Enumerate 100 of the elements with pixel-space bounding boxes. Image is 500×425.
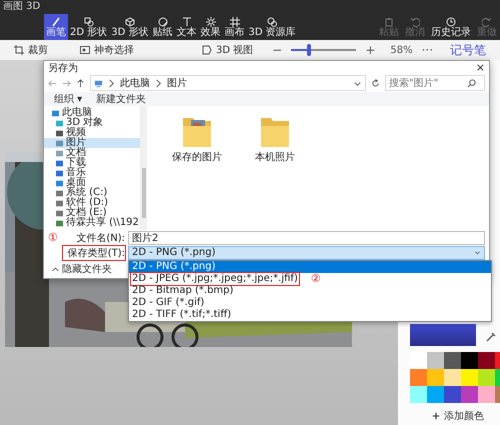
folder-name: 保存的图片 <box>172 150 222 164</box>
tree-item[interactable]: 文档 <box>44 148 140 158</box>
tree-item[interactable]: 音乐 <box>44 168 140 178</box>
option-text: 2D - Bitmap (*.bmp) <box>131 285 234 297</box>
annotation-mark: ② <box>310 273 321 285</box>
tool-tab[interactable]: 文本 <box>174 14 198 40</box>
eyedropper-icon <box>486 332 496 342</box>
add-color-button[interactable]: 添加颜色 <box>432 409 500 423</box>
color-swatch[interactable] <box>410 386 427 403</box>
text-icon <box>182 16 192 26</box>
color-swatch[interactable] <box>444 386 461 403</box>
chevron-down-icon <box>474 249 481 256</box>
tree-item[interactable]: 待霖共享 (\\192 <box>44 218 140 228</box>
input-field[interactable]: 图片2 <box>128 230 485 244</box>
zoom-in-button[interactable]: + <box>362 43 378 57</box>
command-button[interactable]: 新建文件夹 <box>96 92 146 106</box>
color-swatch[interactable] <box>410 352 427 369</box>
cube-icon <box>124 16 135 26</box>
tool-tab[interactable]: 3D 资源库 <box>246 14 298 40</box>
history-icon <box>446 16 456 26</box>
forward-icon <box>62 78 71 88</box>
option-text: 2D - TIFF (*.tif;*.tiff) <box>131 309 232 321</box>
toolbar-button[interactable]: 3D 视图 <box>196 42 260 58</box>
library-icon <box>267 16 278 26</box>
brush-icon <box>51 16 61 26</box>
sticker-icon <box>158 16 168 26</box>
color-swatch[interactable] <box>478 352 495 369</box>
close-button[interactable]: × <box>476 61 485 74</box>
view-icon <box>202 45 212 55</box>
tree-item[interactable]: 系统 (C:) <box>44 188 140 198</box>
chevron-up-icon <box>52 266 59 272</box>
field-label: 保存类型(T): <box>63 246 125 260</box>
dropdown-option[interactable]: 2D - GIF (*.gif) <box>129 297 491 309</box>
tree-item[interactable]: 桌面 <box>44 178 140 188</box>
up-icon <box>76 78 85 88</box>
color-swatch[interactable] <box>427 386 444 403</box>
option-text: 2D - PNG (*.png) <box>131 261 216 273</box>
sun-icon <box>206 16 216 26</box>
dropdown[interactable]: 2D - PNG (*.png) <box>128 246 485 260</box>
select-icon <box>80 45 90 55</box>
more-button[interactable]: ··· <box>418 43 436 57</box>
color-swatch[interactable] <box>461 352 478 369</box>
dropdown-option[interactable]: 2D - Bitmap (*.bmp) <box>129 285 491 297</box>
dropdown-option[interactable]: 2D - TIFF (*.tif;*.tiff) <box>129 309 491 321</box>
command-button[interactable]: 组织 ▾ <box>54 92 82 106</box>
color-swatch[interactable] <box>444 352 461 369</box>
toolbar-button[interactable]: 神奇选择 <box>74 42 140 58</box>
tool-tab[interactable]: 画笔 <box>44 14 68 40</box>
computer-icon <box>94 78 103 88</box>
tree-item[interactable]: 图片 <box>44 138 140 148</box>
dialog-title: 另存为 <box>48 62 78 74</box>
tree-item[interactable]: 视频 <box>44 128 140 138</box>
crop-icon <box>14 45 24 55</box>
color-swatch[interactable] <box>461 386 478 403</box>
tree-item[interactable]: 此电脑 <box>44 108 140 118</box>
scrollbar-thumb[interactable] <box>142 168 146 218</box>
tool-tab[interactable]: 2D 形状 <box>68 14 110 40</box>
color-swatch[interactable] <box>410 369 427 386</box>
toolbar-button[interactable]: 历史记录 <box>428 14 474 40</box>
hide-folders-button[interactable]: 隐藏文件夹 <box>52 262 112 276</box>
undo-icon <box>410 16 420 26</box>
color-swatch[interactable] <box>461 369 478 386</box>
color-swatch[interactable] <box>478 386 495 403</box>
current-color[interactable] <box>410 324 476 346</box>
color-swatch[interactable] <box>478 369 495 386</box>
computer-icon <box>52 110 59 116</box>
breadcrumb[interactable]: 此电脑 <box>120 76 150 90</box>
color-swatch[interactable] <box>444 369 461 386</box>
color-swatch[interactable] <box>427 352 444 369</box>
back-icon <box>48 78 57 88</box>
option-text: 2D - JPEG (*.jpg;*.jpeg;*.jpe;*.jfif) <box>131 273 299 285</box>
panel-title: 记号笔 <box>450 42 486 58</box>
option-text: 2D - GIF (*.gif) <box>131 297 206 309</box>
annotation-mark: ① <box>48 231 58 244</box>
dropdown-option[interactable]: 2D - JPEG (*.jpg;*.jpeg;*.jpe;*.jfif) ② <box>129 273 491 285</box>
tree-item[interactable]: 3D 对象 <box>44 118 140 128</box>
chevron-icon <box>154 78 163 88</box>
search-icon <box>467 78 476 88</box>
shapes-icon <box>84 16 94 26</box>
redo-icon <box>482 16 492 26</box>
slider-thumb[interactable] <box>306 44 311 56</box>
breadcrumb[interactable]: 图片 <box>167 76 187 90</box>
field-label: 文件名(N): <box>75 232 125 244</box>
tool-tab[interactable]: 效果 <box>198 14 222 40</box>
tree-item[interactable]: 软件 (D:) <box>44 198 140 208</box>
zoom-out-button[interactable]: − <box>269 43 286 57</box>
canvas-icon <box>230 16 240 26</box>
tree-item[interactable]: 文档 (E:) <box>44 208 140 218</box>
tool-tab[interactable]: 画布 <box>222 14 246 40</box>
tool-tab[interactable]: 贴纸 <box>150 14 174 40</box>
search-field[interactable]: 搜索"图片" <box>385 75 485 91</box>
tool-tab[interactable]: 3D 形状 <box>109 14 150 40</box>
folder-name: 本机照片 <box>255 150 295 164</box>
clipboard-icon <box>384 16 394 26</box>
color-swatch[interactable] <box>427 369 444 386</box>
dropdown-option[interactable]: 2D - PNG (*.png) <box>129 261 491 273</box>
address-bar[interactable]: 此电脑 图片 <box>90 75 366 91</box>
window-title: 画图 3D <box>0 0 500 14</box>
toolbar-button[interactable]: 裁剪 <box>8 42 54 58</box>
tree-item[interactable]: 下载 <box>44 158 140 168</box>
